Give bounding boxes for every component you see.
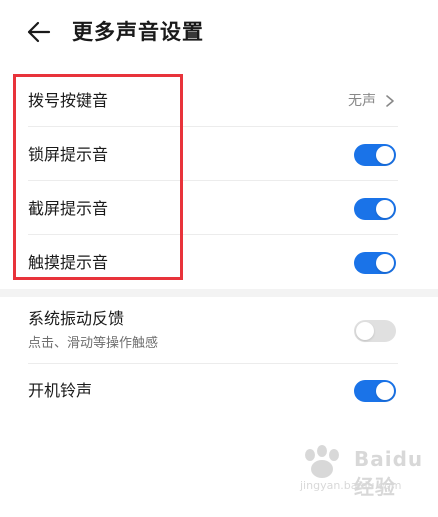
- screenshot-tone-row: 截屏提示音: [0, 182, 438, 236]
- toggle-knob: [376, 382, 394, 400]
- dialpad-tone-row[interactable]: 拨号按键音 无声: [0, 74, 438, 128]
- chevron-right-icon: [386, 95, 394, 107]
- touch-tone-label: 触摸提示音: [28, 253, 109, 272]
- paw-icon: [305, 445, 339, 478]
- lockscreen-tone-toggle[interactable]: [354, 144, 396, 166]
- back-button[interactable]: [26, 18, 52, 46]
- touch-tone-toggle[interactable]: [354, 252, 396, 274]
- divider: [28, 180, 398, 181]
- toggle-knob: [376, 146, 394, 164]
- dialpad-tone-value: 无声: [348, 93, 376, 109]
- touch-tone-row: 触摸提示音: [0, 236, 438, 290]
- watermark-brand: Baidu 经验: [354, 447, 424, 499]
- screenshot-tone-label: 截屏提示音: [28, 199, 109, 218]
- boot-ringtone-toggle[interactable]: [354, 380, 396, 402]
- header: 更多声音设置: [0, 0, 438, 66]
- section-separator: [0, 289, 438, 297]
- page-title: 更多声音设置: [72, 20, 204, 44]
- lockscreen-tone-row: 锁屏提示音: [0, 128, 438, 182]
- screenshot-tone-toggle[interactable]: [354, 198, 396, 220]
- sound-settings-section: 拨号按键音 无声 锁屏提示音 截屏提示音 触摸提示音: [0, 66, 438, 292]
- baidu-watermark: Baidu 经验 jingyan.baidu.com: [296, 443, 422, 499]
- divider: [28, 234, 398, 235]
- dialpad-tone-label: 拨号按键音: [28, 91, 109, 110]
- toggle-knob: [376, 254, 394, 272]
- boot-ringtone-label: 开机铃声: [28, 381, 93, 400]
- haptic-feedback-row: 系统振动反馈 点击、滑动等操作触感: [0, 300, 438, 362]
- divider: [28, 126, 398, 127]
- lockscreen-tone-label: 锁屏提示音: [28, 145, 109, 164]
- arrow-left-icon: [27, 21, 51, 43]
- watermark-url: jingyan.baidu.com: [300, 479, 402, 492]
- toggle-knob: [376, 200, 394, 218]
- haptic-feedback-label: 系统振动反馈: [28, 309, 125, 328]
- haptic-feedback-toggle[interactable]: [354, 320, 396, 342]
- toggle-knob: [356, 322, 374, 340]
- haptic-feedback-subtitle: 点击、滑动等操作触感: [28, 336, 159, 351]
- boot-ringtone-row: 开机铃声: [0, 364, 438, 418]
